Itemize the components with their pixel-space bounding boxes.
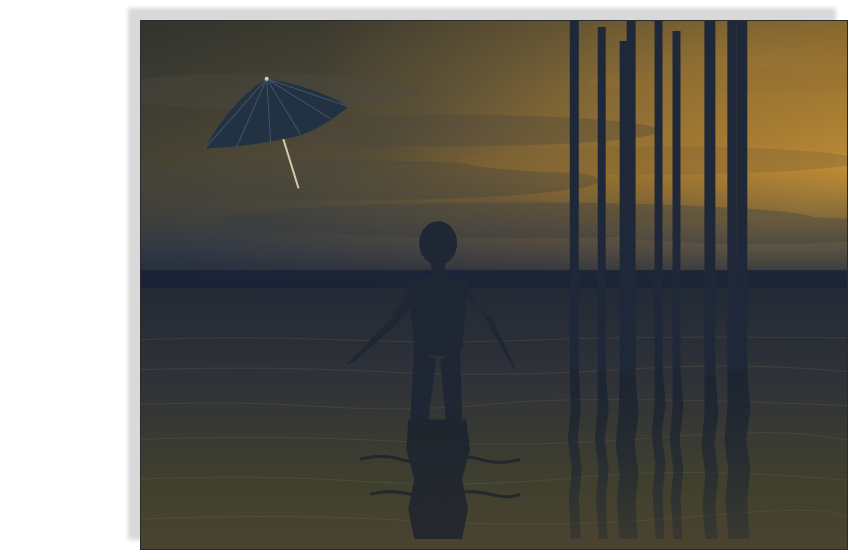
page <box>0 0 850 552</box>
scene-illustration <box>141 21 847 549</box>
picture-frame <box>140 20 848 550</box>
